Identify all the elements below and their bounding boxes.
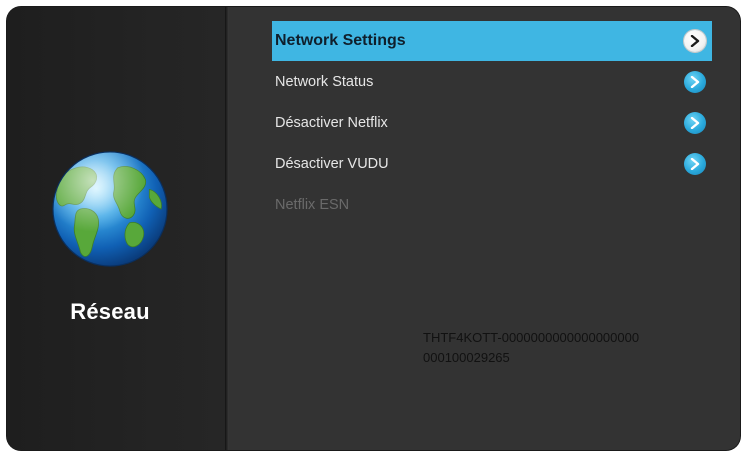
menu-item-label: Désactiver VUDU <box>275 156 389 172</box>
menu-item-network-settings[interactable]: Network Settings <box>272 21 712 61</box>
left-panel: Réseau <box>7 7 225 450</box>
menu-item-netflix-esn: Netflix ESN <box>272 185 712 225</box>
menu-item-label: Désactiver Netflix <box>275 115 388 131</box>
globe-icon <box>52 151 168 267</box>
network-menu: Network Settings Network Status Désactiv… <box>272 21 712 226</box>
menu-item-deactivate-netflix[interactable]: Désactiver Netflix <box>272 103 712 143</box>
chevron-right-icon[interactable] <box>684 153 706 175</box>
menu-item-deactivate-vudu[interactable]: Désactiver VUDU <box>272 144 712 184</box>
esn-line-1: THTF4KOTT-0000000000000000000 <box>423 330 640 345</box>
chevron-right-icon[interactable] <box>684 30 706 52</box>
menu-item-label: Netflix ESN <box>275 197 350 213</box>
esn-value: THTF4KOTT-0000000000000000000 0001000292… <box>423 328 713 368</box>
menu-item-network-status[interactable]: Network Status <box>272 62 712 102</box>
menu-item-label: Network Status <box>275 74 374 90</box>
esn-line-2: 000100029265 <box>423 350 510 365</box>
chevron-right-icon[interactable] <box>684 112 706 134</box>
section-title: Réseau <box>70 299 150 324</box>
chevron-right-icon[interactable] <box>684 71 706 93</box>
menu-item-label: Network Settings <box>275 32 406 49</box>
